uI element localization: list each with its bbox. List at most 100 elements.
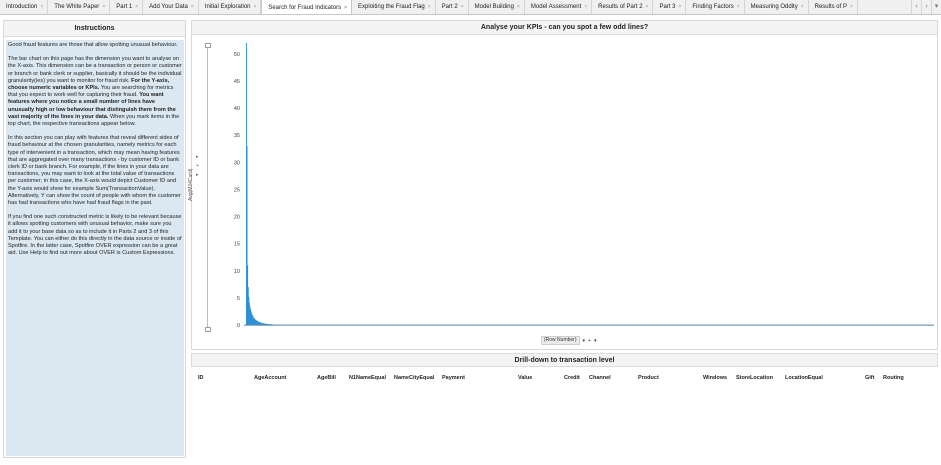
y-tick-label: 50	[234, 52, 240, 58]
column-header-channel[interactable]: Channel	[589, 375, 611, 381]
instructions-title: Instructions	[4, 21, 185, 37]
tab-close-icon[interactable]: ×	[850, 0, 853, 14]
instructions-panel: Instructions Good fraud features are tho…	[3, 20, 186, 458]
y-axis-more-icon[interactable]: ▸	[196, 172, 199, 178]
column-header-windows[interactable]: Windows	[703, 375, 727, 381]
tab-introduction[interactable]: Introduction ×	[0, 0, 49, 14]
tab-scroll-left-icon[interactable]: ‹	[911, 0, 921, 14]
column-header-locationequal[interactable]: LocationEqual	[785, 375, 823, 381]
y-tick-label: 5	[237, 296, 240, 302]
x-axis-label[interactable]: (Row Number)	[541, 336, 580, 345]
chart-title: Analyse your KPIs - can you spot a few o…	[192, 21, 937, 35]
y-tick-label: 0	[237, 323, 240, 329]
y-tick-label: 30	[234, 160, 240, 166]
column-header-value[interactable]: Value	[518, 375, 532, 381]
tab-close-icon[interactable]: ×	[40, 0, 43, 14]
y-axis-label[interactable]: Avg(M24Card)	[188, 169, 194, 201]
tab-close-icon[interactable]: ×	[584, 0, 587, 14]
x-axis-more-icon[interactable]: ▾	[594, 338, 597, 344]
tab-close-icon[interactable]: ×	[678, 0, 681, 14]
tab-initial-exploration[interactable]: Initial Exploration ×	[199, 0, 262, 14]
column-header-credit[interactable]: Credit	[564, 375, 580, 381]
tab-model-assessment[interactable]: Model Assessment ×	[525, 0, 593, 14]
tab-label: Search for Fraud Indicators	[268, 4, 342, 11]
tab-close-icon[interactable]: ×	[428, 0, 431, 14]
instructions-paragraph-4: If you find one such constructed metric …	[8, 214, 182, 257]
y-axis-add-icon[interactable]: +	[196, 163, 199, 169]
tab-results-of-part-2[interactable]: Results of Part 2 ×	[592, 0, 654, 14]
tab-finding-factors[interactable]: Finding Factors ×	[686, 0, 745, 14]
tab-label: Part 2	[441, 4, 458, 10]
column-header-id[interactable]: ID	[198, 375, 204, 381]
tab-part-3[interactable]: Part 3 ×	[653, 0, 687, 14]
slider-bottom-handle[interactable]	[205, 327, 211, 332]
drilldown-title: Drill-down to transaction level	[191, 353, 938, 367]
tab-the-white-paper[interactable]: The White Paper ×	[48, 0, 111, 14]
y-tick-label: 45	[234, 79, 240, 85]
tab-close-icon[interactable]: ×	[517, 0, 520, 14]
bar-chart-svg[interactable]: 0 5 10 15 20 25 30 35 40 45 50	[222, 39, 937, 329]
column-header-payment[interactable]: Payment	[442, 375, 465, 381]
x-axis-add-icon[interactable]: +	[588, 338, 591, 344]
column-header-routing[interactable]: Routing	[883, 375, 904, 381]
tab-label: Part 3	[659, 4, 676, 10]
y-tick-label: 25	[234, 187, 240, 193]
tab-close-icon[interactable]: ×	[135, 0, 138, 14]
tab-label: The White Paper	[54, 4, 100, 10]
y-tick-label: 15	[234, 242, 240, 248]
tab-label: Finding Factors	[692, 4, 734, 10]
column-header-storelocation[interactable]: StoreLocation	[736, 375, 773, 381]
column-header-n1nameequal[interactable]: N1NameEqual	[349, 375, 386, 381]
kpi-chart-panel: Analyse your KPIs - can you spot a few o…	[188, 20, 938, 350]
bar-chart-plot[interactable]: 0 5 10 15 20 25 30 35 40 45 50	[222, 39, 937, 329]
y-axis-selector-arrow-icon[interactable]: ▸	[196, 154, 199, 160]
instructions-text: Good fraud features are those that allow…	[6, 40, 184, 456]
tab-close-icon[interactable]: ×	[737, 0, 740, 14]
tab-close-icon[interactable]: ×	[191, 0, 194, 14]
tab-close-icon[interactable]: ×	[254, 0, 257, 14]
slider-top-handle[interactable]	[205, 43, 211, 48]
tab-label: Initial Exploration	[204, 4, 251, 10]
tab-part-1[interactable]: Part 1 ×	[110, 0, 144, 14]
tab-label: Results of Part 2	[598, 4, 643, 10]
tab-close-icon[interactable]: ×	[102, 0, 105, 14]
tab-close-icon[interactable]: ×	[646, 0, 649, 14]
page-tab-bar: Introduction × The White Paper × Part 1 × Add …	[0, 0, 941, 15]
y-tick-label: 10	[234, 269, 240, 275]
tab-close-icon[interactable]: ×	[801, 0, 804, 14]
instructions-paragraph-1: Good fraud features are those that allow…	[8, 42, 178, 48]
tab-label: Model Assessment	[530, 4, 582, 10]
column-header-product[interactable]: Product	[638, 375, 659, 381]
tab-add-your-data[interactable]: Add Your Data ×	[143, 0, 199, 14]
column-header-namecityequal[interactable]: NameCityEqual	[394, 375, 434, 381]
tab-model-building[interactable]: Model Building ×	[469, 0, 525, 14]
tab-navigation: ‹ › ▾	[911, 0, 941, 14]
tab-scroll-right-icon[interactable]: ›	[921, 0, 931, 14]
tab-label: Measuring Oddity	[750, 4, 798, 10]
instructions-paragraph-3: In this section you can play with featur…	[8, 135, 181, 207]
tab-part-2[interactable]: Part 2 ×	[436, 0, 469, 14]
tab-label: Model Building	[474, 4, 514, 10]
y-tick-label: 40	[234, 106, 240, 112]
tab-exploiting-the-fraud-flag[interactable]: Exploiting the Fraud Flag ×	[352, 0, 436, 14]
tab-label: Add Your Data	[149, 4, 188, 10]
y-axis-range-slider[interactable]	[205, 43, 211, 333]
tab-list-dropdown-icon[interactable]: ▾	[931, 0, 941, 14]
column-header-gift[interactable]: Gift	[865, 375, 874, 381]
tab-search-for-fraud-indicators[interactable]: Search for Fraud Indicators ×	[261, 0, 353, 15]
tab-close-icon[interactable]: ×	[461, 0, 464, 14]
x-axis-dropdown-icon[interactable]: ▾	[583, 338, 586, 344]
drilldown-panel: Drill-down to transaction level ID AgeAcc…	[191, 353, 938, 460]
tab-results-of-p[interactable]: Results of P ×	[809, 0, 858, 14]
tab-label: Exploiting the Fraud Flag	[358, 4, 425, 10]
column-header-agebill[interactable]: AgeBill	[317, 375, 336, 381]
tab-label: Part 1	[116, 4, 133, 10]
column-header-ageaccount[interactable]: AgeAccount	[254, 375, 286, 381]
tab-close-icon[interactable]: ×	[344, 1, 347, 15]
x-axis-controls: (Row Number) ▾ + ▾	[541, 336, 596, 345]
tab-label: Results of P	[814, 4, 847, 10]
y-tick-label: 20	[234, 215, 240, 221]
slider-track	[207, 45, 208, 329]
tab-measuring-oddity[interactable]: Measuring Oddity ×	[745, 0, 809, 14]
y-tick-label: 35	[234, 133, 240, 139]
